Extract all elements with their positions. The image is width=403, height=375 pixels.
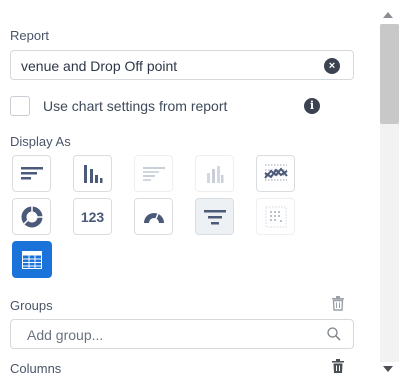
gauge-chart-icon <box>143 212 164 223</box>
number-chart-label: 123 <box>80 208 105 225</box>
donut-chart-icon <box>21 205 43 227</box>
chart-settings-panel: Report venue and Drop Off point × Use ch… <box>0 0 372 375</box>
bar-horizontal-stacked-button[interactable] <box>134 155 173 192</box>
search-icon <box>327 327 341 341</box>
table-chart-button[interactable] <box>12 241 52 278</box>
report-label: Report <box>10 28 50 43</box>
bar-vertical-stacked-icon <box>206 165 223 183</box>
table-icon <box>22 250 42 269</box>
bar-horizontal-button[interactable] <box>12 155 51 192</box>
donut-chart-button[interactable] <box>12 198 51 235</box>
scrollbar[interactable] <box>376 0 403 375</box>
bar-vertical-icon <box>83 164 102 183</box>
bar-vertical-button[interactable] <box>73 155 112 192</box>
scroll-up-arrow-icon[interactable] <box>383 12 393 18</box>
bar-horizontal-stacked-icon <box>142 166 165 181</box>
funnel-chart-icon <box>203 209 226 224</box>
report-value: venue and Drop Off point <box>21 58 178 74</box>
funnel-chart-button[interactable] <box>195 198 234 235</box>
columns-label: Columns <box>10 361 62 375</box>
trash-icon[interactable] <box>331 296 345 311</box>
bar-vertical-stacked-button[interactable] <box>195 155 234 192</box>
add-group-placeholder: Add group... <box>27 327 104 343</box>
scatter-chart-button[interactable] <box>256 198 295 235</box>
clear-icon[interactable]: × <box>324 58 340 74</box>
scatter-chart-icon <box>265 206 286 227</box>
chart-settings-row: Use chart settings from report i <box>10 96 340 116</box>
columns-trash-icon[interactable] <box>331 359 345 374</box>
bar-horizontal-icon <box>20 166 43 179</box>
line-chart-icon <box>263 164 288 180</box>
chart-settings-label[interactable]: Use chart settings from report <box>43 98 227 114</box>
add-group-input[interactable]: Add group... <box>10 319 354 349</box>
number-chart-button[interactable]: 123 <box>73 198 112 235</box>
scroll-thumb[interactable] <box>380 24 399 124</box>
info-icon[interactable]: i <box>304 98 320 114</box>
scroll-down-arrow-icon[interactable] <box>383 366 393 372</box>
line-chart-button[interactable] <box>256 155 295 192</box>
display-as-label: Display As <box>10 134 71 149</box>
gauge-chart-button[interactable] <box>134 198 173 235</box>
groups-label: Groups <box>10 298 53 313</box>
report-field[interactable]: venue and Drop Off point × <box>10 50 354 80</box>
chart-settings-checkbox[interactable] <box>10 96 30 116</box>
